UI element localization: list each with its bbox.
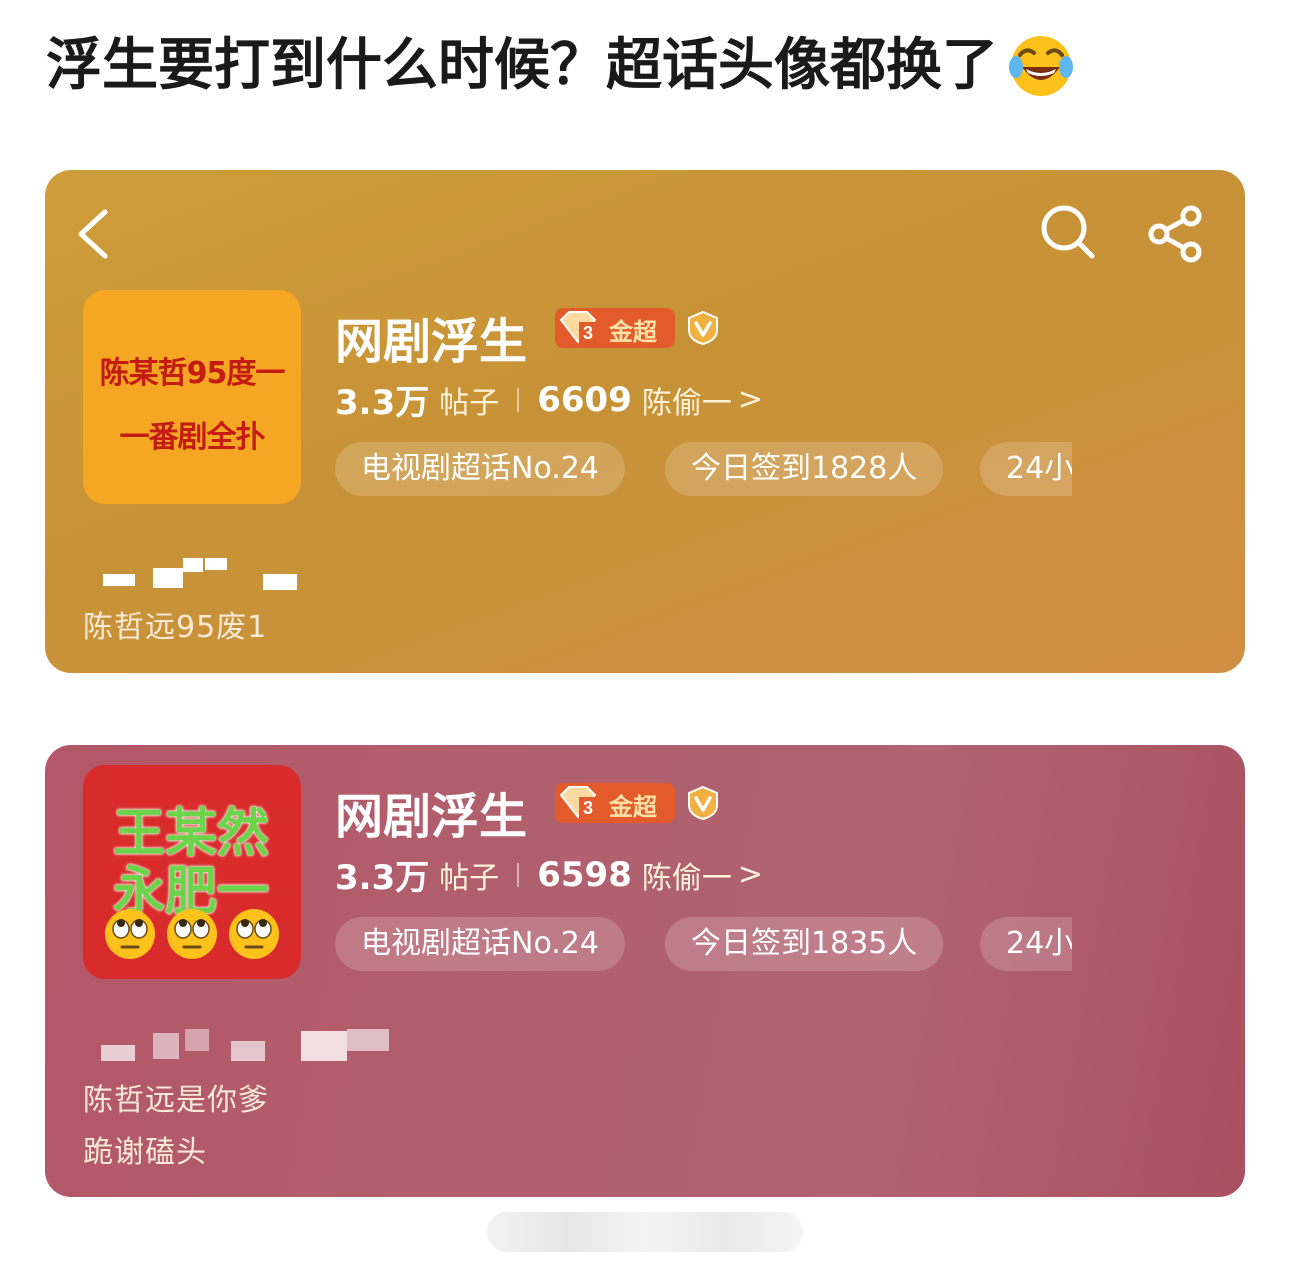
gold-super-badge-label: 金超 xyxy=(609,318,657,346)
mosaic-block xyxy=(231,1041,265,1061)
topic-description-line1: 陈哲远95废1 xyxy=(83,610,268,645)
fans-arrow[interactable]: > xyxy=(738,857,763,892)
mosaic-block xyxy=(153,568,183,588)
super-topic-name: 网剧浮生 xyxy=(335,789,528,845)
mosaic-block xyxy=(101,1045,135,1061)
posts-label: 帖子 xyxy=(439,385,500,421)
fans-label[interactable]: 陈偷一 xyxy=(642,378,732,422)
mosaic-block xyxy=(347,1029,389,1051)
face-with-rolling-eyes-icon xyxy=(227,907,281,961)
topic-stats: 3.3万 帖子 6598 陈偷一 > xyxy=(335,850,763,899)
share-icon[interactable] xyxy=(1147,204,1207,264)
topic-stats: 3.3万 帖子 6609 陈偷一 > xyxy=(335,375,763,424)
verified-v-icon xyxy=(685,310,721,346)
chip-24h[interactable]: 24小 xyxy=(980,917,1072,971)
post-title: 浮生要打到什么时候？超话头像都换了 xyxy=(46,26,1074,106)
fans-arrow[interactable]: > xyxy=(738,382,763,417)
super-topic-card-after: 王某然 永肥一 网剧浮生 3 金超 3.3万 帖子 6598 陈偷一 > 电视剧… xyxy=(45,745,1245,1197)
gold-super-badge-label: 金超 xyxy=(609,793,657,821)
gold-super-badge[interactable]: 3 金超 xyxy=(555,308,675,348)
face-with-tears-of-joy-icon xyxy=(1008,33,1074,99)
chip-24h[interactable]: 24小 xyxy=(980,442,1072,496)
posts-count: 3.3万 xyxy=(335,383,430,423)
mosaic-block xyxy=(263,574,297,590)
posts-count: 3.3万 xyxy=(335,858,430,898)
verified-v-icon xyxy=(685,785,721,821)
super-topic-avatar[interactable]: 陈某哲95度一 一番剧全扑 xyxy=(83,290,301,504)
diamond-gem-icon: 3 xyxy=(555,783,605,823)
topic-description-line1: 陈哲远是你爹 xyxy=(83,1083,269,1118)
stats-divider xyxy=(517,862,520,887)
topic-description-line2: 跪谢磕头 xyxy=(83,1135,207,1170)
chip-ranking[interactable]: 电视剧超话No.24 xyxy=(335,917,625,971)
chip-ranking[interactable]: 电视剧超话No.24 xyxy=(335,442,625,496)
posts-label: 帖子 xyxy=(439,860,500,896)
svg-text:3: 3 xyxy=(583,323,593,343)
chip-checkin[interactable]: 今日签到1828人 xyxy=(665,442,944,496)
fans-count: 6609 xyxy=(537,379,632,420)
mosaic-block xyxy=(301,1031,347,1061)
svg-text:3: 3 xyxy=(583,798,593,818)
super-topic-avatar[interactable]: 王某然 永肥一 xyxy=(83,765,301,979)
stats-divider xyxy=(517,387,520,412)
post-title-text: 浮生要打到什么时候？超话头像都换了 xyxy=(46,33,998,98)
mosaic-block xyxy=(153,1033,179,1059)
blurred-watermark xyxy=(487,1212,803,1252)
avatar-caption-line2: 一番剧全扑 xyxy=(119,420,266,455)
avatar-caption-line1: 陈某哲95度一 xyxy=(99,356,286,391)
diamond-gem-icon: 3 xyxy=(555,308,605,348)
face-with-rolling-eyes-icon xyxy=(165,907,219,961)
gold-super-badge[interactable]: 3 金超 xyxy=(555,783,675,823)
super-topic-card-before: 陈某哲95度一 一番剧全扑 网剧浮生 3 金超 3.3万 帖子 6609 陈偷一… xyxy=(45,170,1245,673)
face-with-rolling-eyes-icon xyxy=(103,907,157,961)
chip-clip: 24小 xyxy=(980,442,1072,496)
chip-clip: 24小 xyxy=(980,917,1072,971)
chevron-left-icon[interactable] xyxy=(73,206,113,262)
mosaic-block xyxy=(183,558,203,572)
fans-count: 6598 xyxy=(537,854,632,895)
mosaic-block xyxy=(103,574,135,586)
search-icon[interactable] xyxy=(1040,204,1096,260)
mosaic-block xyxy=(205,558,227,570)
chip-checkin[interactable]: 今日签到1835人 xyxy=(665,917,944,971)
fans-label[interactable]: 陈偷一 xyxy=(642,853,732,897)
super-topic-name: 网剧浮生 xyxy=(335,314,528,370)
mosaic-block xyxy=(185,1029,209,1051)
